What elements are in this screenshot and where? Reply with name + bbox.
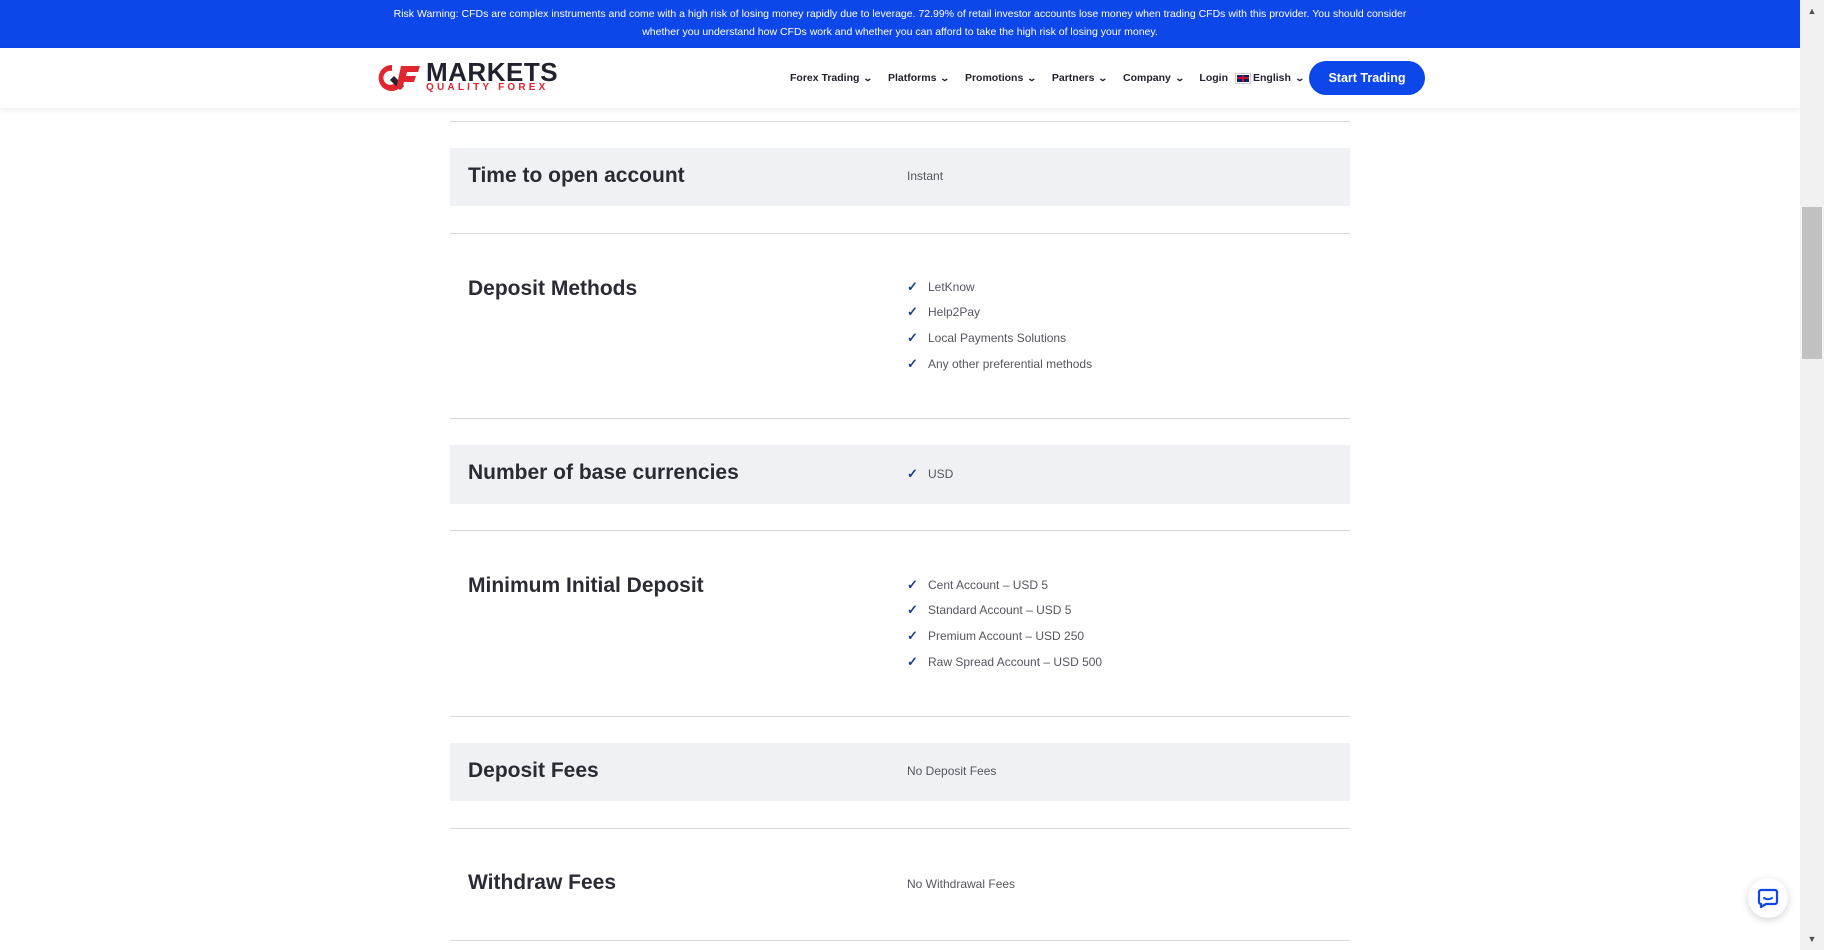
scroll-up-arrow-icon[interactable]: ▲ — [1800, 2, 1824, 20]
list-item-text: LetKnow — [928, 279, 975, 294]
base-currencies-list: ✓ USD — [907, 461, 953, 487]
row-divider — [450, 828, 1350, 829]
nav-label: Forex Trading — [790, 72, 860, 84]
row-value: No Deposit Fees — [907, 764, 997, 778]
check-icon: ✓ — [907, 627, 918, 643]
nav-company[interactable]: Company ⌄ — [1123, 72, 1185, 84]
row-divider — [450, 233, 1350, 234]
logo-mark-icon — [378, 64, 420, 91]
check-icon: ✓ — [907, 576, 918, 592]
nav-platforms[interactable]: Platforms ⌄ — [887, 72, 951, 84]
scrollbar-thumb[interactable] — [1802, 207, 1822, 359]
row-time-to-open-account: Time to open account Instant — [450, 148, 1350, 206]
check-icon: ✓ — [907, 465, 918, 481]
row-divider — [450, 940, 1350, 941]
row-title: Number of base currencies — [468, 461, 739, 484]
list-item-text: Premium Account – USD 250 — [928, 628, 1085, 643]
list-item: ✓ Help2Pay — [907, 300, 1092, 326]
row-base-currencies: Number of base currencies ✓ USD — [450, 445, 1350, 504]
language-label: English — [1252, 72, 1291, 84]
logo[interactable]: MARKETS QUALITY FOREX — [374, 57, 558, 96]
live-chat-button[interactable] — [1748, 878, 1788, 918]
check-icon: ✓ — [907, 602, 918, 618]
list-item-text: Raw Spread Account – USD 500 — [928, 654, 1103, 669]
nav-label: Platforms — [887, 72, 937, 84]
row-title: Withdraw Fees — [468, 871, 617, 894]
main-nav: Forex Trading ⌄ Platforms ⌄ Promotions ⌄… — [790, 48, 1319, 108]
nav-login-label: Login — [1199, 72, 1228, 84]
nav-promotions[interactable]: Promotions ⌄ — [964, 72, 1038, 84]
row-title: Time to open account — [468, 164, 685, 187]
check-icon: ✓ — [907, 653, 918, 669]
check-icon: ✓ — [907, 278, 918, 294]
start-trading-button[interactable]: Start Trading — [1309, 61, 1425, 95]
risk-warning-line-2: whether you understand how CFDs work and… — [642, 26, 1158, 38]
row-deposit-methods: Deposit Methods ✓ LetKnow ✓ Help2Pay ✓ Loca… — [450, 255, 1350, 415]
row-value: Instant — [907, 169, 944, 183]
chevron-down-icon: ⌄ — [1026, 72, 1038, 83]
list-item-text: Local Payments Solutions — [928, 330, 1067, 345]
list-item-text: Any other preferential methods — [928, 356, 1093, 371]
nav-label: Promotions — [964, 72, 1024, 84]
minimum-deposit-list: ✓ Cent Account – USD 5 ✓ Standard Account … — [907, 572, 1102, 674]
row-value: No Withdrawal Fees — [907, 877, 1016, 891]
row-divider — [450, 716, 1350, 717]
chat-icon — [1757, 888, 1779, 909]
row-divider — [450, 121, 1350, 122]
nav-login[interactable]: Login — [1199, 72, 1228, 84]
list-item: ✓ Premium Account – USD 250 — [907, 623, 1102, 649]
row-divider — [450, 530, 1350, 531]
row-divider — [450, 418, 1350, 419]
chevron-down-icon: ⌄ — [939, 72, 951, 83]
check-icon: ✓ — [907, 355, 918, 371]
check-icon: ✓ — [907, 304, 918, 320]
chevron-down-icon: ⌄ — [1294, 72, 1305, 83]
site-header: MARKETS QUALITY FOREX Forex Trading ⌄ Pl… — [0, 48, 1800, 108]
nav-label: Partners — [1051, 72, 1095, 84]
chevron-down-icon: ⌄ — [862, 72, 874, 83]
uk-flag-icon — [1234, 72, 1251, 84]
row-minimum-initial-deposit: Minimum Initial Deposit ✓ Cent Account – … — [450, 552, 1350, 712]
row-title: Deposit Methods — [468, 277, 638, 300]
list-item: ✓ LetKnow — [907, 274, 1092, 300]
chevron-down-icon: ⌄ — [1174, 72, 1185, 83]
list-item: ✓ Standard Account – USD 5 — [907, 598, 1102, 624]
list-item-text: Help2Pay — [928, 305, 981, 320]
list-item-text: Cent Account – USD 5 — [928, 577, 1049, 592]
list-item: ✓ Local Payments Solutions — [907, 325, 1092, 351]
risk-warning-line-1: Risk Warning: CFDs are complex instrumen… — [393, 8, 1407, 20]
logo-tagline: QUALITY FOREX — [426, 82, 549, 93]
row-deposit-fees: Deposit Fees No Deposit Fees — [450, 743, 1350, 801]
list-item: ✓ Any other preferential methods — [907, 351, 1092, 377]
deposit-methods-list: ✓ LetKnow ✓ Help2Pay ✓ Local Payments Solut… — [907, 274, 1092, 376]
list-item: ✓ Raw Spread Account – USD 500 — [907, 649, 1102, 675]
page-scrollbar[interactable]: ▲ ▼ — [1800, 0, 1824, 950]
list-item-text: Standard Account – USD 5 — [928, 603, 1072, 618]
list-item-text: USD — [928, 466, 954, 481]
row-title: Minimum Initial Deposit — [468, 574, 704, 597]
scroll-down-arrow-icon[interactable]: ▼ — [1800, 930, 1824, 948]
list-item: ✓ USD — [907, 461, 953, 487]
chevron-down-icon: ⌄ — [1097, 72, 1109, 83]
nav-label: Company — [1123, 72, 1171, 84]
nav-forex-trading[interactable]: Forex Trading ⌄ — [790, 72, 874, 84]
row-withdraw-fees: Withdraw Fees No Withdrawal Fees — [450, 850, 1350, 940]
check-icon: ✓ — [907, 329, 918, 345]
list-item: ✓ Cent Account – USD 5 — [907, 572, 1102, 598]
nav-partners[interactable]: Partners ⌄ — [1051, 72, 1109, 84]
row-title: Deposit Fees — [468, 759, 599, 782]
risk-warning-banner: Risk Warning: CFDs are complex instrumen… — [0, 0, 1800, 48]
language-selector[interactable]: English ⌄ — [1234, 72, 1305, 84]
